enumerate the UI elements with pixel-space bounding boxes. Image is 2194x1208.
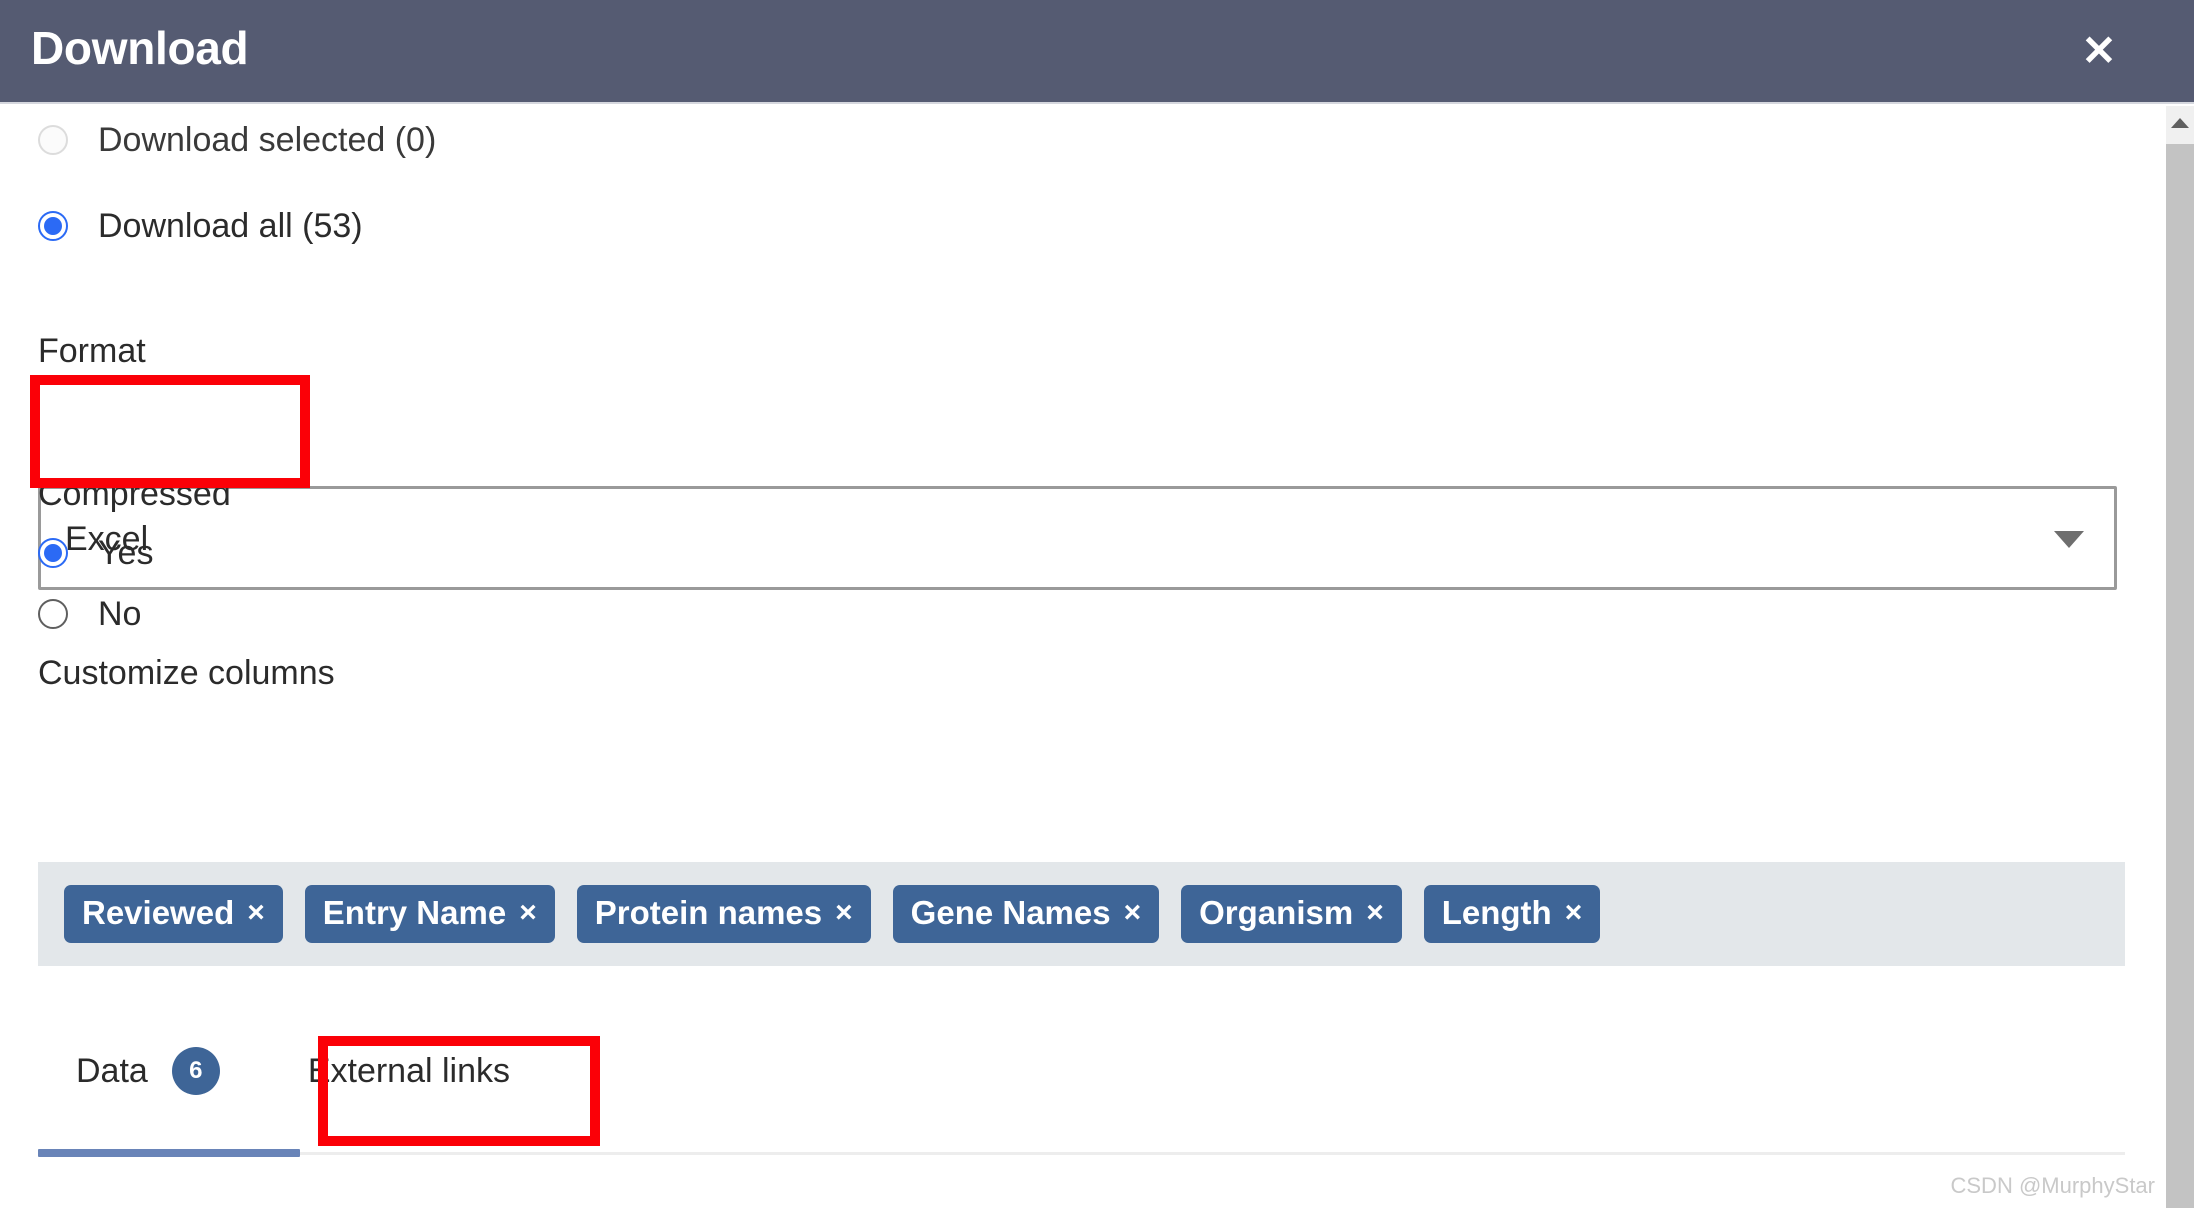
- download-dialog: Download ✕ Download selected (0) Downloa…: [0, 0, 2194, 1208]
- column-tag-length[interactable]: Length ×: [1423, 885, 1601, 943]
- radio-download-selected[interactable]: Download selected (0): [38, 120, 436, 160]
- watermark: CSDN @MurphyStar: [1950, 1173, 2156, 1198]
- radio-indicator-download-selected: [38, 125, 68, 155]
- remove-icon[interactable]: ×: [247, 898, 265, 928]
- column-tag-organism[interactable]: Organism ×: [1181, 885, 1402, 943]
- remove-icon[interactable]: ×: [1366, 898, 1384, 928]
- chevron-up-icon: [2171, 118, 2189, 128]
- dialog-title: Download: [31, 22, 249, 74]
- radio-compressed-no[interactable]: No: [38, 594, 141, 634]
- dialog-body: Download selected (0) Download all (53) …: [0, 106, 2160, 1208]
- column-tag-label: Reviewed: [82, 894, 235, 931]
- remove-icon[interactable]: ×: [1124, 898, 1142, 928]
- radio-label-compressed-yes: Yes: [98, 534, 154, 572]
- column-tag-label: Organism: [1199, 894, 1354, 931]
- tab-external-links[interactable]: External links: [308, 1040, 510, 1102]
- column-tag-label: Entry Name: [322, 894, 507, 931]
- selected-columns-container[interactable]: Reviewed × Entry Name × Protein names × …: [38, 862, 2125, 966]
- vertical-scrollbar[interactable]: [2160, 106, 2194, 1208]
- remove-icon[interactable]: ×: [519, 898, 537, 928]
- compressed-label: Compressed: [38, 475, 231, 513]
- chevron-down-icon: [2054, 531, 2084, 548]
- tab-divider: [38, 1152, 2125, 1155]
- scroll-up-button[interactable]: [2166, 106, 2194, 140]
- customize-columns-label: Customize columns: [38, 654, 335, 692]
- radio-compressed-yes[interactable]: Yes: [38, 533, 153, 573]
- column-tag-reviewed[interactable]: Reviewed ×: [64, 885, 283, 943]
- column-tabs: Data 6 External links: [38, 1040, 2125, 1102]
- close-icon[interactable]: ✕: [2070, 22, 2128, 80]
- tab-external-links-label: External links: [307, 1052, 511, 1090]
- column-tag-gene-names[interactable]: Gene Names ×: [892, 885, 1160, 943]
- radio-indicator-compressed-no: [38, 599, 68, 629]
- column-tag-entry-name[interactable]: Entry Name ×: [304, 885, 555, 943]
- tab-data[interactable]: Data 6: [76, 1040, 220, 1102]
- radio-indicator-download-all: [38, 211, 68, 241]
- column-tag-label: Gene Names: [910, 894, 1111, 931]
- format-label: Format: [38, 332, 146, 370]
- column-tag-protein-names[interactable]: Protein names ×: [576, 885, 871, 943]
- tab-data-label: Data: [76, 1052, 148, 1090]
- column-tag-label: Protein names: [594, 894, 823, 931]
- radio-label-download-all: Download all (53): [98, 207, 363, 245]
- scrollbar-thumb[interactable]: [2166, 144, 2194, 1208]
- tab-active-indicator: [38, 1149, 300, 1157]
- radio-label-compressed-no: No: [98, 595, 142, 633]
- column-tag-label: Length: [1441, 894, 1552, 931]
- remove-icon[interactable]: ×: [835, 898, 853, 928]
- dialog-header: Download ✕: [0, 0, 2194, 104]
- radio-indicator-compressed-yes: [38, 538, 68, 568]
- format-select[interactable]: Excel: [38, 486, 2117, 590]
- radio-download-all[interactable]: Download all (53): [38, 206, 363, 246]
- radio-label-download-selected: Download selected (0): [98, 121, 437, 159]
- remove-icon[interactable]: ×: [1565, 898, 1583, 928]
- tab-data-badge: 6: [171, 1047, 220, 1095]
